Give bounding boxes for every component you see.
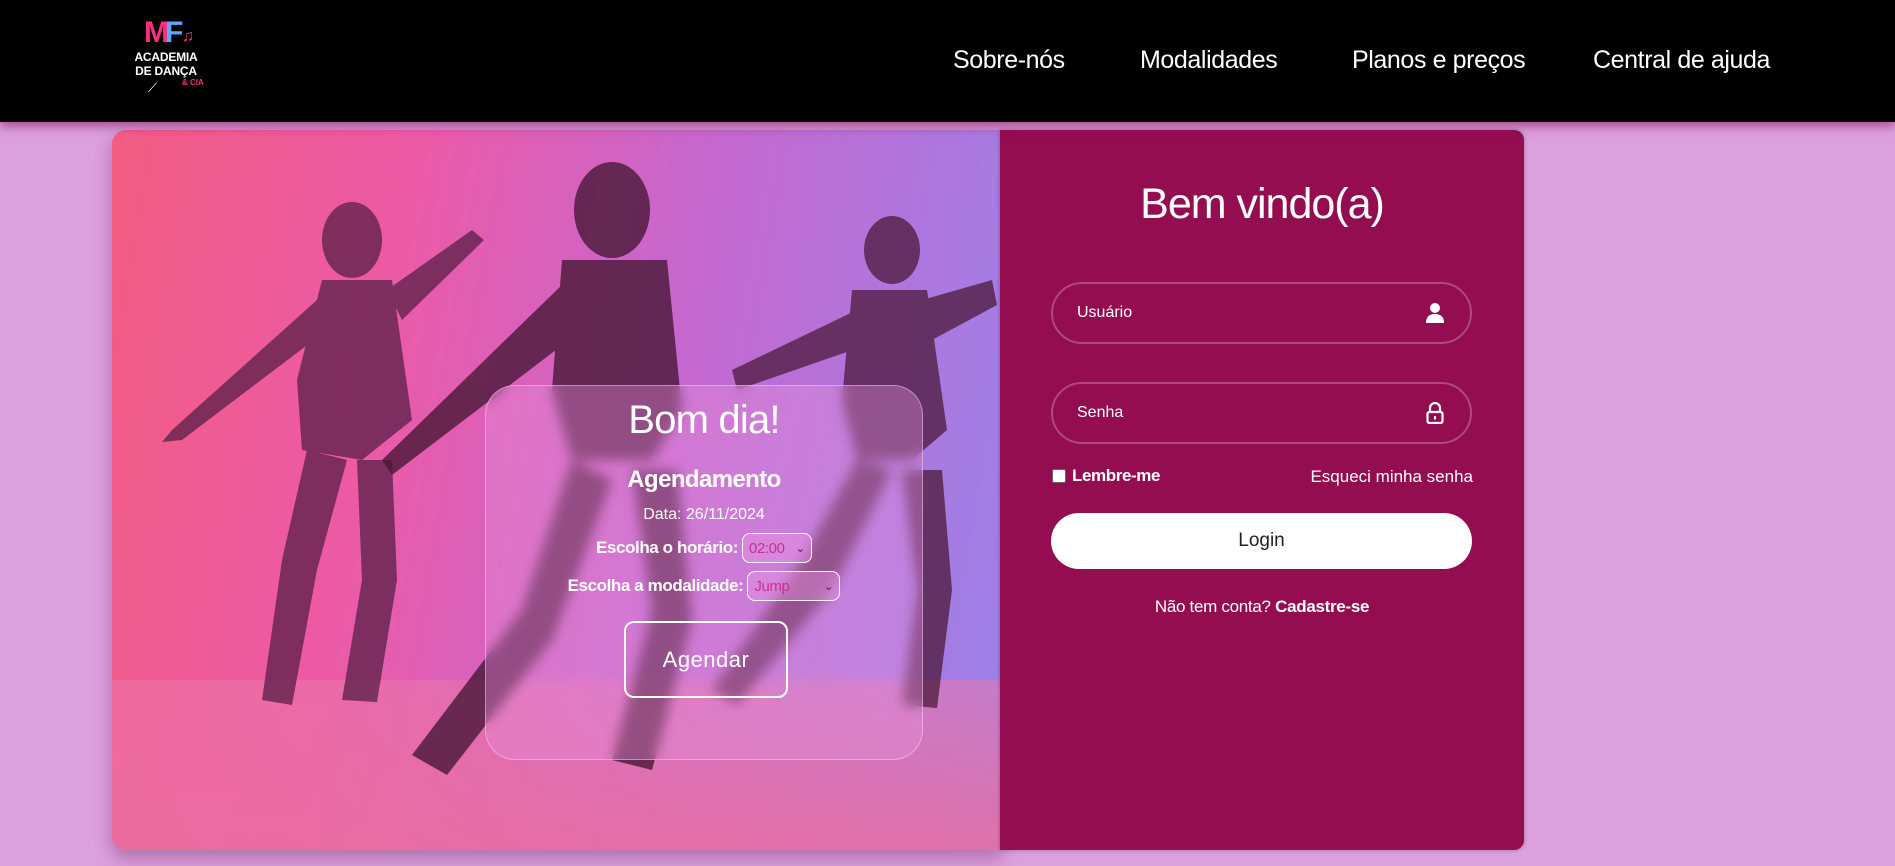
remember-label: Lembre-me	[1072, 466, 1161, 485]
modality-label: Escolha a modalidade:	[567, 576, 744, 595]
hero-image-panel: Bom dia! Agendamento Data: 26/11/2024 Es…	[112, 130, 1002, 850]
logo-mark: MF	[144, 16, 184, 49]
chevron-down-icon: ⌄	[823, 579, 834, 593]
modality-select-value: Jump	[754, 577, 790, 595]
time-select[interactable]: 02:00 ⌄	[742, 533, 813, 563]
booking-card: Bom dia! Agendamento Data: 26/11/2024 Es…	[485, 385, 923, 760]
chevron-down-icon: ⌄	[795, 541, 806, 555]
dancer-icon: ⟋	[148, 80, 158, 95]
time-label: Escolha o horário:	[595, 538, 739, 557]
login-button[interactable]: Login	[1051, 513, 1472, 569]
nav-link-central-ajuda[interactable]: Central de ajuda	[1593, 46, 1770, 75]
username-field[interactable]: Usuário	[1051, 282, 1472, 344]
modality-select[interactable]: Jump ⌄	[747, 571, 841, 601]
booking-date: Data: 26/11/2024	[643, 506, 765, 523]
remember-checkbox[interactable]	[1052, 469, 1066, 483]
signup-prompt-text: Não tem conta?	[1154, 597, 1271, 616]
nav-link-planos-precos[interactable]: Planos e preços	[1352, 46, 1526, 75]
login-title: Bem vindo(a)	[1140, 180, 1385, 228]
schedule-button[interactable]: Agendar	[624, 621, 788, 698]
greeting-title: Bom dia!	[628, 398, 780, 442]
nav-link-sobre-nos[interactable]: Sobre-nós	[953, 46, 1065, 75]
booking-heading: Agendamento	[627, 466, 781, 493]
academy-logo[interactable]: MF ♫ ACADEMIA DE DANÇA & CIA ⟋	[128, 18, 204, 98]
username-placeholder: Usuário	[1077, 304, 1133, 321]
forgot-password-link[interactable]: Esqueci minha senha	[1310, 467, 1473, 487]
lock-icon	[1424, 402, 1446, 424]
music-note-icon: ♫	[182, 28, 194, 45]
logo-text-line2: DE DANÇA	[135, 64, 197, 78]
logo-text-line1: ACADEMIA	[134, 50, 198, 64]
modality-row: Escolha a modalidade: Jump ⌄	[486, 571, 922, 601]
user-icon	[1424, 302, 1446, 324]
remember-me[interactable]: Lembre-me	[1052, 466, 1160, 486]
password-placeholder: Senha	[1077, 404, 1124, 421]
login-panel: Bem vindo(a) Usuário Senha Lembre-me Esq…	[1000, 130, 1524, 850]
top-navbar: MF ♫ ACADEMIA DE DANÇA & CIA ⟋ Sobre-nós…	[0, 0, 1895, 122]
signup-prompt: Não tem conta? Cadastre-se	[1000, 597, 1524, 617]
time-row: Escolha o horário: 02:00 ⌄	[486, 533, 922, 563]
password-field[interactable]: Senha	[1051, 382, 1472, 444]
logo-text-cia: & CIA	[182, 78, 204, 87]
signup-link[interactable]: Cadastre-se	[1275, 597, 1369, 616]
nav-link-modalidades[interactable]: Modalidades	[1140, 46, 1278, 75]
time-select-value: 02:00	[749, 539, 785, 557]
